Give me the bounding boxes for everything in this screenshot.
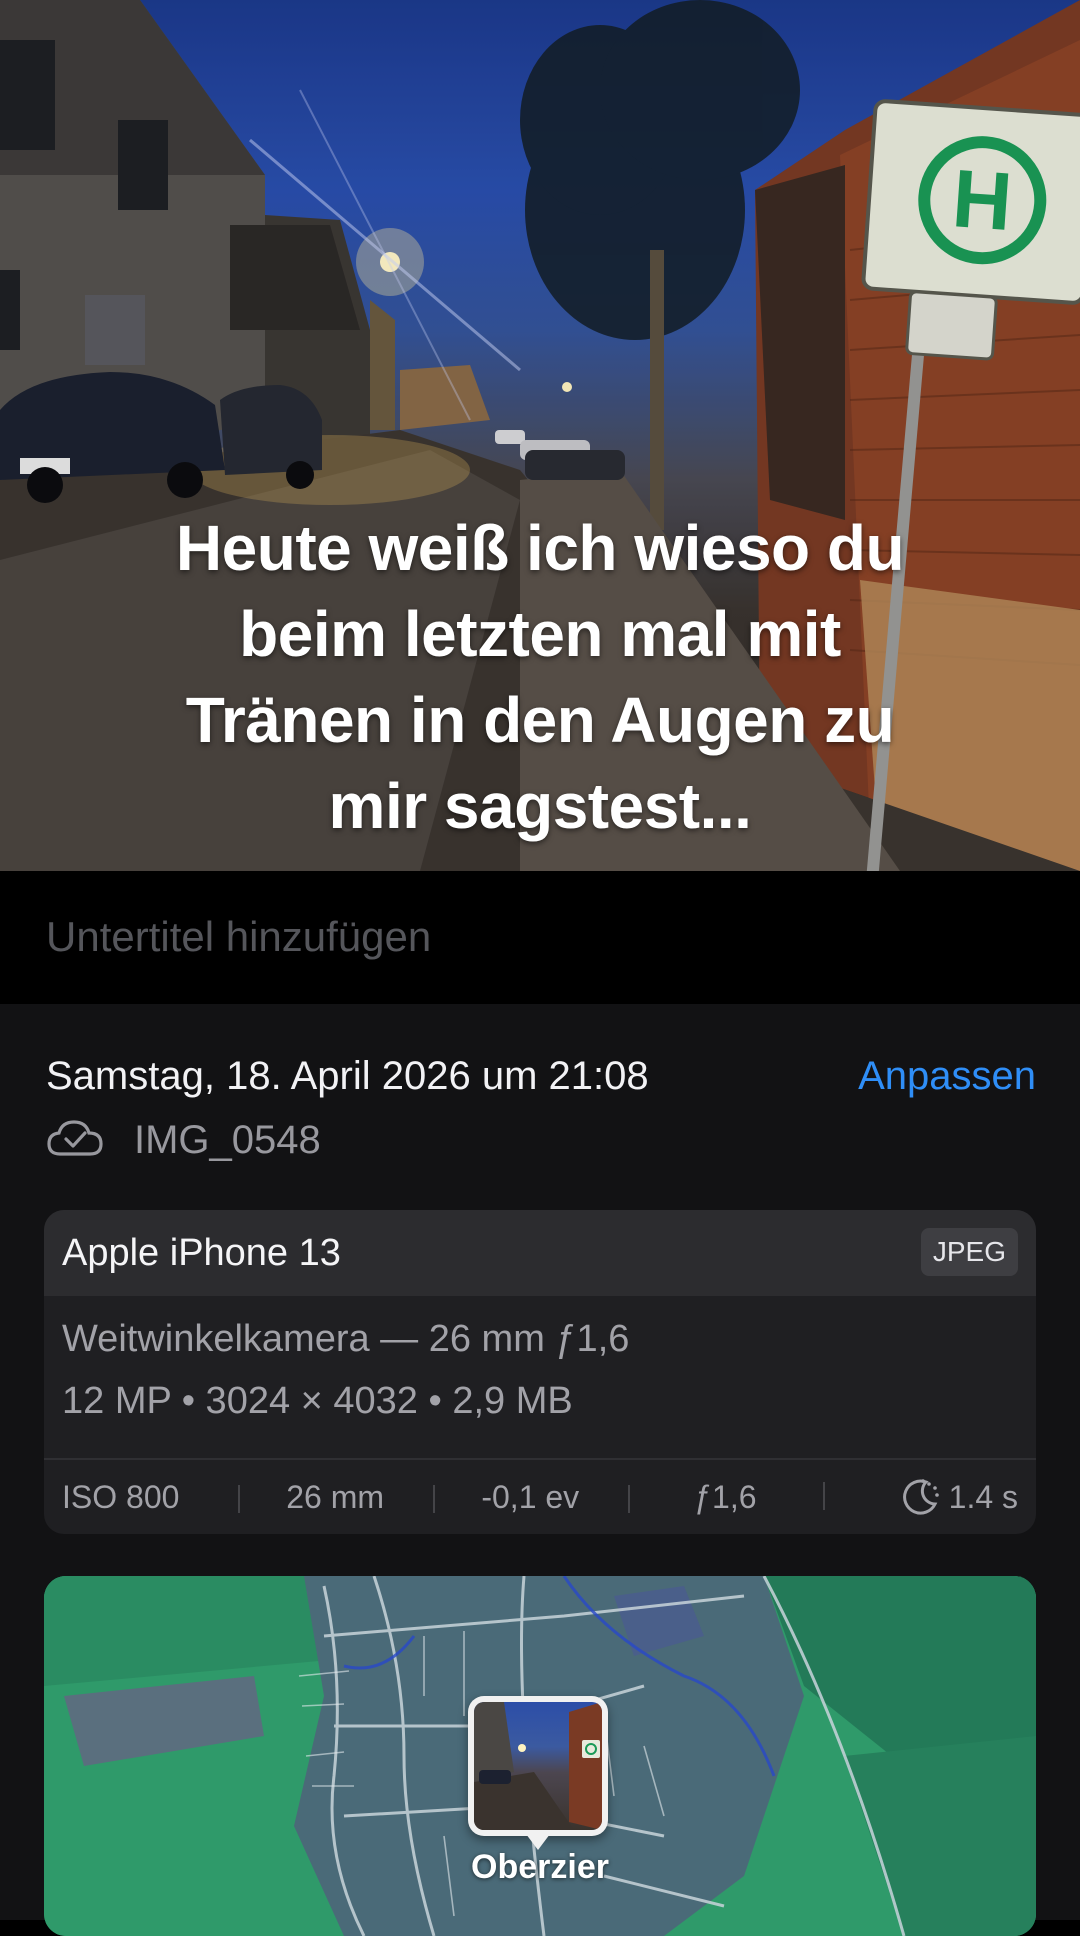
device-name: Apple iPhone 13 (62, 1232, 341, 1274)
map-place-name: Oberzier (471, 1848, 609, 1886)
subtitle-placeholder[interactable]: Untertitel hinzufügen (46, 913, 431, 961)
photo-location-pin[interactable] (468, 1696, 608, 1850)
exposure-value: -0,1 ev (432, 1479, 628, 1516)
adjust-button[interactable]: Anpassen (858, 1054, 1036, 1099)
lens-info: Weitwinkelkamera — 26 mm ƒ1,6 (62, 1318, 630, 1360)
photo-view[interactable]: H Heute weiß ich wieso du beim letzten m… (0, 0, 1080, 871)
caption-line: mir sagstest... (328, 770, 752, 842)
caption-line: Tränen in den Augen zu (185, 684, 895, 756)
photo-caption: Heute weiß ich wieso du beim letzten mal… (0, 505, 1080, 849)
file-name: IMG_0548 (134, 1117, 321, 1162)
icloud-synced-icon (46, 1118, 104, 1163)
file-row: IMG_0548 (46, 1116, 321, 1164)
focal-length-value: 26 mm (237, 1479, 433, 1516)
iso-value: ISO 800 (62, 1478, 180, 1515)
aperture-value: ƒ1,6 (627, 1479, 823, 1516)
shutter-speed-value: 1.4 s (948, 1478, 1019, 1515)
location-map[interactable]: Oberzier (44, 1576, 1036, 1936)
subtitle-field[interactable]: Untertitel hinzufügen (0, 871, 1080, 1004)
format-badge: JPEG (920, 1228, 1018, 1276)
caption-line: Heute weiß ich wieso du (175, 512, 905, 584)
camera-card-header: Apple iPhone 13 JPEG (44, 1210, 1036, 1296)
shutter-cell: 1.4 s (822, 1476, 1036, 1518)
image-specs: 12 MP • 3024 × 4032 • 2,9 MB (62, 1380, 573, 1422)
camera-info-card: Apple iPhone 13 JPEG Weitwinkelkamera — … (44, 1210, 1036, 1534)
exif-row: ISO 800 26 mm -0,1 ev ƒ1,6 1.4 s (44, 1460, 1036, 1534)
pin-thumbnail (474, 1702, 602, 1830)
capture-datetime: Samstag, 18. April 2026 um 21:08 (46, 1054, 649, 1098)
night-mode-icon (899, 1476, 941, 1518)
caption-line: beim letzten mal mit (239, 598, 841, 670)
